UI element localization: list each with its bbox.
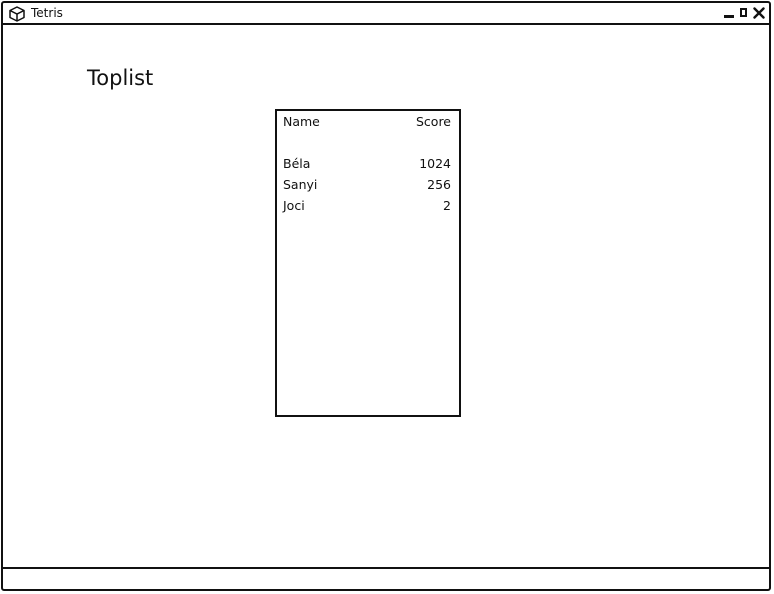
page-title: Toplist: [87, 66, 154, 90]
toplist-table: Name Score Béla 1024 Sanyi 256 Joci 2: [275, 109, 461, 417]
player-score: 2: [443, 198, 451, 213]
close-button[interactable]: [753, 6, 765, 20]
player-score: 256: [427, 177, 451, 192]
table-row: Joci 2: [283, 198, 451, 214]
app-window: Tetris Toplist Name Score Béla 1024 Sany…: [1, 1, 771, 591]
table-row: Béla 1024: [283, 156, 451, 172]
window-content: Toplist Name Score Béla 1024 Sanyi 256 J…: [3, 25, 769, 567]
close-icon: [753, 7, 765, 19]
column-header-score: Score: [415, 114, 451, 129]
player-name: Béla: [283, 156, 311, 171]
title-bar[interactable]: Tetris: [3, 3, 769, 25]
minimize-button[interactable]: [723, 6, 735, 20]
player-name: Joci: [283, 198, 305, 213]
table-row: Sanyi 256: [283, 177, 451, 193]
window-title: Tetris: [31, 6, 63, 20]
cube-icon: [9, 6, 25, 22]
window-controls: [723, 6, 765, 20]
column-header-name: Name: [283, 114, 320, 129]
status-bar: [3, 567, 769, 589]
player-score: 1024: [419, 156, 451, 171]
player-name: Sanyi: [283, 177, 318, 192]
maximize-button[interactable]: [738, 6, 750, 20]
table-header: Name Score: [283, 114, 451, 130]
